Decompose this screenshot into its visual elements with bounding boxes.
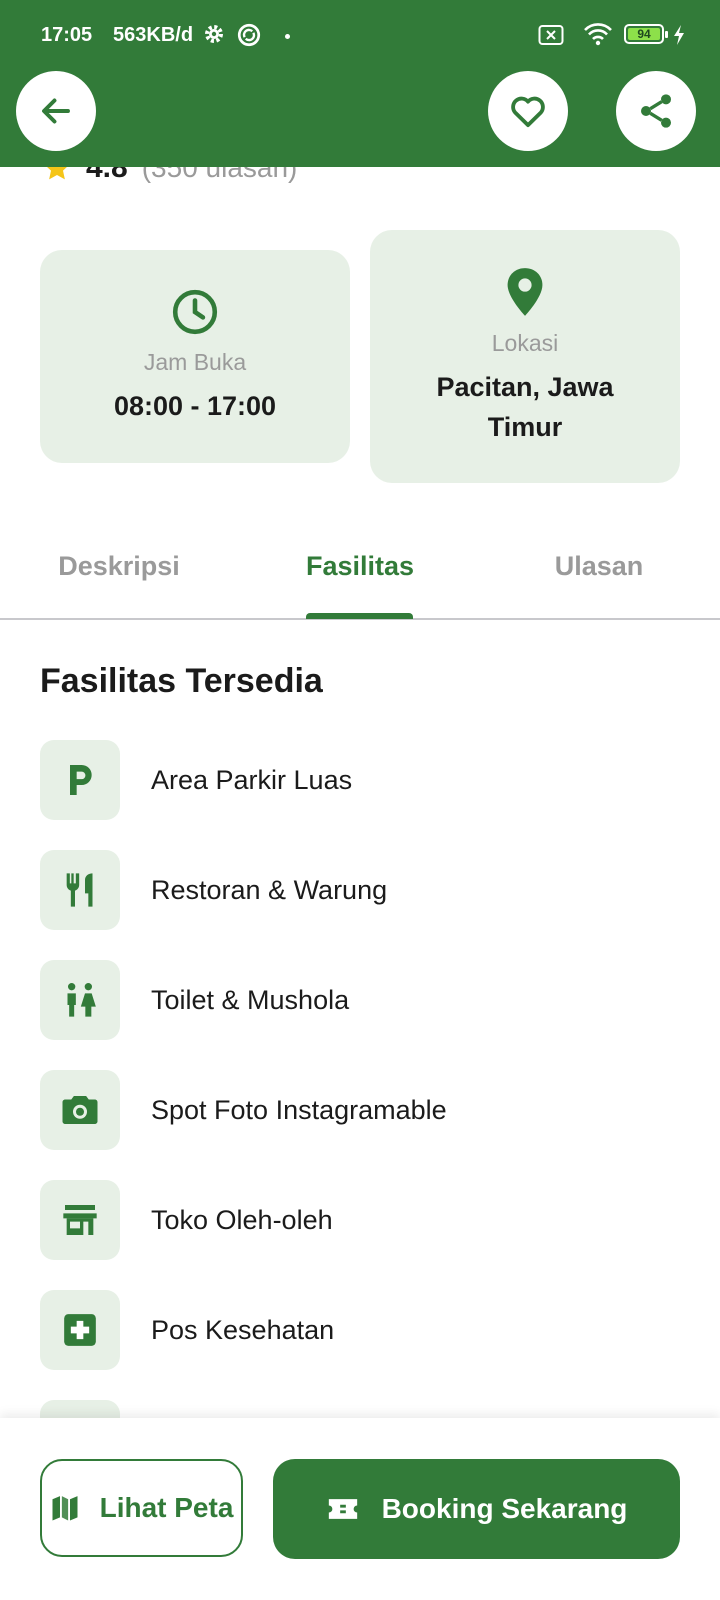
facility-item: Spot Foto Instagramable (40, 1070, 680, 1150)
facility-label: Area Parkir Luas (151, 764, 353, 795)
tab-fasilitas[interactable]: Fasilitas (306, 551, 414, 582)
app-header: 17:05 563KB/d 94 (0, 0, 720, 167)
location-value-line-2: Timur (487, 412, 563, 442)
booking-label: Booking Sekarang (381, 1493, 628, 1524)
back-button[interactable] (16, 71, 96, 151)
gear-icon (205, 25, 223, 43)
view-map-button[interactable]: Lihat Peta (40, 1459, 243, 1557)
camera-icon (62, 1096, 98, 1124)
facility-icon-box (40, 1290, 120, 1370)
facility-label: Restoran & Warung (151, 874, 388, 905)
facility-item: Area Parkir Luas (40, 740, 680, 820)
charging-icon (674, 25, 684, 45)
location-label: Lokasi (491, 330, 559, 356)
bottom-action-bar: Lihat Peta Booking Sekarang (0, 1418, 720, 1600)
facilities-title: Fasilitas Tersedia (40, 662, 323, 700)
arrow-left-icon (42, 98, 70, 124)
detail-tabs: Deskripsi Fasilitas Ulasan (0, 521, 720, 620)
restaurant-icon (66, 873, 93, 907)
facility-label: Pos Kesehatan (151, 1314, 335, 1345)
booking-button[interactable]: Booking Sekarang (273, 1459, 680, 1559)
view-map-label: Lihat Peta (99, 1492, 234, 1523)
heart-outline-icon (511, 96, 545, 128)
notification-dot (285, 34, 290, 39)
restroom-icon (67, 983, 96, 1017)
share-button[interactable] (616, 71, 696, 151)
store-icon (63, 1205, 97, 1235)
hours-value: 08:00 - 17:00 (113, 391, 277, 421)
facility-icon-box (40, 850, 120, 930)
location-value: Pacitan, Jawa Timur (436, 367, 613, 447)
favorite-button[interactable] (488, 71, 568, 151)
clock-icon (172, 289, 218, 335)
battery-icon: 94 (624, 24, 668, 44)
opening-hours-card: Jam Buka 08:00 - 17:00 (40, 250, 350, 463)
status-time: 17:05 (41, 24, 93, 46)
location-pin-icon (507, 268, 543, 316)
facility-icon-box (40, 960, 120, 1040)
facility-item: Toko Oleh-oleh (40, 1180, 680, 1260)
status-bar: 17:05 563KB/d 94 (0, 16, 720, 52)
network-speed: 563KB/d (113, 24, 194, 46)
tab-ulasan[interactable]: Ulasan (555, 551, 644, 582)
location-value-line-1: Pacitan, Jawa (436, 372, 614, 402)
location-card: Lokasi Pacitan, Jawa Timur (370, 230, 680, 483)
facility-icon-box (40, 1070, 120, 1150)
medical-icon (64, 1314, 96, 1346)
facility-item: Toilet & Mushola (40, 960, 680, 1040)
facility-label: Toko Oleh-oleh (151, 1204, 333, 1235)
facility-label: Spot Foto Instagramable (151, 1094, 447, 1125)
battery-level: 94 (628, 28, 660, 40)
sync-icon (237, 23, 261, 47)
no-sim-icon (538, 25, 564, 45)
tab-indicator (306, 613, 413, 619)
parking-icon (70, 765, 92, 795)
facility-label: Toilet & Mushola (151, 984, 350, 1015)
facility-icon-box (40, 740, 120, 820)
facility-item: Restoran & Warung (40, 850, 680, 930)
facility-icon-box (40, 1180, 120, 1260)
facility-item: Pos Kesehatan (40, 1290, 680, 1370)
share-icon (641, 94, 671, 128)
ticket-icon (328, 1499, 357, 1519)
wifi-icon (584, 23, 612, 46)
map-icon (52, 1496, 78, 1521)
hours-label: Jam Buka (143, 349, 247, 375)
tab-deskripsi[interactable]: Deskripsi (58, 551, 180, 582)
